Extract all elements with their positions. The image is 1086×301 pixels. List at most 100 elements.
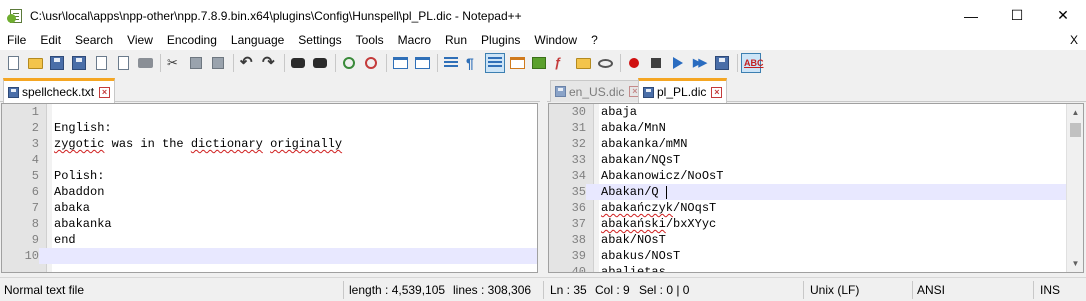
copy-button[interactable] <box>186 53 206 73</box>
zoom-in-button[interactable] <box>339 53 359 73</box>
close-all-button[interactable] <box>113 53 133 73</box>
line-number: 1 <box>31 105 39 119</box>
line-number: 38 <box>571 233 586 247</box>
close-button[interactable] <box>91 53 111 73</box>
saved-file-icon <box>643 86 654 98</box>
close-document-button[interactable]: X <box>1070 31 1078 50</box>
menu-view[interactable]: View <box>120 31 160 50</box>
line-number: 10 <box>2 248 39 264</box>
stop-macro-button[interactable] <box>646 53 666 73</box>
toolbar-separator <box>620 54 621 72</box>
show-all-chars-button[interactable]: ¶ <box>463 53 483 73</box>
right-editor-pane: en_US.dic × pl_PL.dic × 30 abaja 31 abaka/… <box>547 76 1086 276</box>
save-all-button[interactable] <box>69 53 89 73</box>
maximize-button[interactable]: ☐ <box>994 0 1040 31</box>
line-text: abakanka <box>54 217 112 231</box>
toolbar-separator <box>284 54 285 72</box>
line-number: 40 <box>571 265 586 273</box>
menu-settings[interactable]: Settings <box>291 31 348 50</box>
function-list-icon <box>532 57 546 69</box>
print-button[interactable] <box>135 53 155 73</box>
find-button[interactable] <box>288 53 308 73</box>
save-icon <box>50 56 64 70</box>
tab-en-us-dic[interactable]: en_US.dic × <box>550 80 646 102</box>
close-icon <box>95 56 107 70</box>
save-macro-button[interactable] <box>712 53 732 73</box>
tab-label: spellcheck.txt <box>22 85 95 99</box>
editor-line: 9 end <box>2 232 537 248</box>
function-list-panel-button[interactable]: ƒ <box>551 53 571 73</box>
menu-window[interactable]: Window <box>527 31 584 50</box>
sync-vertical-button[interactable] <box>390 53 410 73</box>
function-list-button[interactable] <box>529 53 549 73</box>
status-lines: lines : 308,306 <box>453 283 532 297</box>
replace-button[interactable] <box>310 53 330 73</box>
menu-file[interactable]: File <box>0 31 33 50</box>
editor-line: 2 English: <box>2 120 537 136</box>
scroll-up-icon[interactable]: ▲ <box>1067 104 1083 121</box>
menu-run[interactable]: Run <box>438 31 474 50</box>
menu-help[interactable]: ? <box>584 31 605 50</box>
menu-plugins[interactable]: Plugins <box>474 31 527 50</box>
editor-line: 39 abakus/NOsT <box>549 248 1083 264</box>
redo-button[interactable]: ↷ <box>259 53 279 73</box>
scrollbar-thumb[interactable] <box>1070 123 1081 137</box>
zoom-out-button[interactable] <box>361 53 381 73</box>
redo-icon: ↷ <box>262 54 275 71</box>
line-text: abakus/NOsT <box>601 249 681 263</box>
tab-pl-pl-dic[interactable]: pl_PL.dic × <box>638 78 728 103</box>
replace-icon <box>313 58 327 68</box>
indent-guide-button[interactable] <box>485 53 505 73</box>
editor-line: 5 Polish: <box>2 168 537 184</box>
menu-edit[interactable]: Edit <box>33 31 68 50</box>
tab-close-icon[interactable]: × <box>99 86 111 98</box>
line-number: 7 <box>31 201 39 215</box>
word-wrap-button[interactable] <box>441 53 461 73</box>
editor-line: 6 Abaddon <box>2 184 537 200</box>
editor-line: 34 Abakanowicz/NoOsT <box>549 168 1083 184</box>
close-window-button[interactable]: ✕ <box>1040 0 1086 31</box>
misspelled-word: abakańczyk <box>601 201 674 215</box>
monitoring-button[interactable] <box>595 53 615 73</box>
notepad-plus-plus-icon <box>7 8 24 24</box>
spell-check-button[interactable]: ABC <box>741 53 764 73</box>
record-macro-button[interactable] <box>624 53 644 73</box>
paste-button[interactable] <box>208 53 228 73</box>
open-file-button[interactable] <box>25 53 45 73</box>
menu-encoding[interactable]: Encoding <box>160 31 224 50</box>
minimize-button[interactable]: — <box>948 0 994 31</box>
toolbar-separator <box>737 54 738 72</box>
undo-button[interactable]: ↶ <box>237 53 257 73</box>
line-text: abaja <box>601 105 638 119</box>
menu-search[interactable]: Search <box>68 31 120 50</box>
editor-line: 3 zygotic was in the dictionary originall… <box>2 136 537 152</box>
menu-tools[interactable]: Tools <box>349 31 391 50</box>
tab-close-icon[interactable]: × <box>711 86 723 98</box>
stop-macro-icon <box>651 58 661 68</box>
menu-macro[interactable]: Macro <box>391 31 438 50</box>
menu-language[interactable]: Language <box>224 31 291 50</box>
play-macro-button[interactable] <box>668 53 688 73</box>
scroll-down-icon[interactable]: ▼ <box>1067 255 1083 272</box>
word-wrap-icon <box>444 57 458 69</box>
right-editor[interactable]: 30 abaja 31 abaka/MnN 32 abakanka/mMN 33 aba… <box>548 103 1084 273</box>
new-file-icon <box>7 56 19 70</box>
line-text: abakanka/mMN <box>601 137 688 151</box>
vertical-scrollbar[interactable]: ▲ ▼ <box>1066 104 1083 272</box>
cut-button[interactable]: ✂ <box>164 53 184 73</box>
folder-workspace-button[interactable] <box>573 53 593 73</box>
pane-splitter[interactable] <box>540 76 547 276</box>
save-button[interactable] <box>47 53 67 73</box>
misspelled-word: zygotic <box>54 137 105 151</box>
line-text: end <box>54 233 76 247</box>
left-editor[interactable]: 1 2 English: 3 zygotic was in the dictiona… <box>1 103 538 273</box>
new-file-button[interactable] <box>3 53 23 73</box>
editor-line: 40 abalietas <box>549 264 1083 273</box>
tab-label: en_US.dic <box>569 84 625 99</box>
sync-horizontal-button[interactable] <box>412 53 432 73</box>
saved-file-icon <box>8 86 19 98</box>
run-macro-multiple-button[interactable]: ▶▶ <box>690 53 710 73</box>
doc-map-button[interactable] <box>507 53 527 73</box>
line-number: 36 <box>571 201 586 215</box>
tab-spellcheck-txt[interactable]: spellcheck.txt × <box>3 78 116 103</box>
